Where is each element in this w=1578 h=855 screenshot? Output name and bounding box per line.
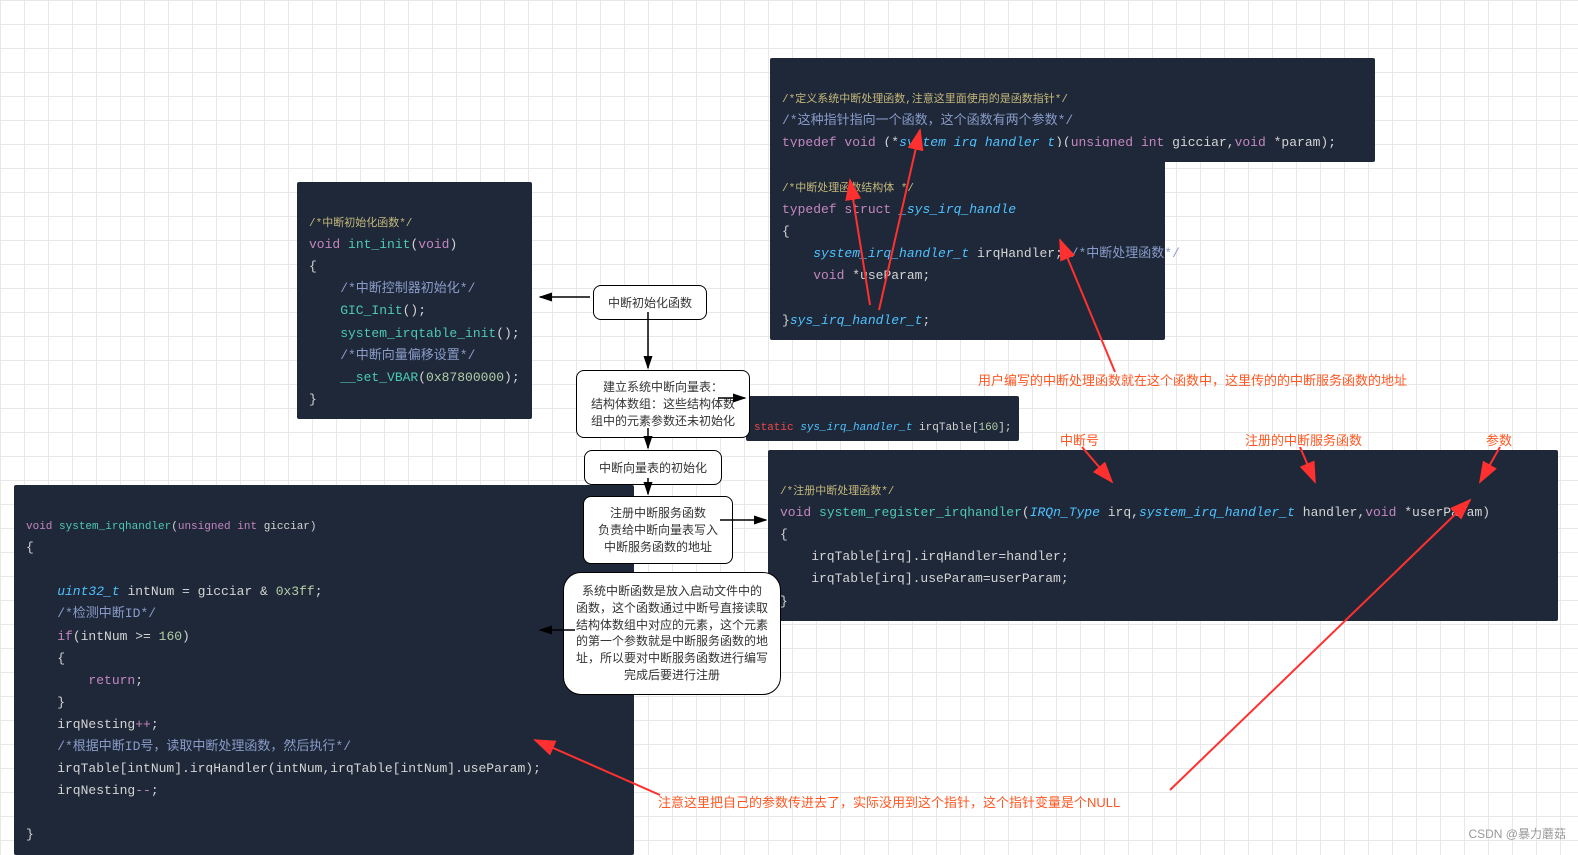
brace: { (26, 540, 34, 555)
paren: ) (449, 237, 457, 252)
comment: /*中断控制器初始化*/ (309, 281, 475, 296)
semi: ; (151, 717, 159, 732)
semi: ; (922, 313, 930, 328)
brace: } (780, 594, 788, 609)
code: *param); (1274, 135, 1336, 150)
code: irqTable[intNum].irqHandler(intNum,irqTa… (26, 761, 541, 776)
paren: ) (182, 629, 190, 644)
comment: /*定义系统中断处理函数,注意这里面使用的是函数指针*/ (782, 94, 1068, 106)
comment: /*根据中断ID号，读取中断处理函数，然后执行*/ (26, 739, 351, 754)
brace: { (309, 259, 317, 274)
type: system_irq_handler_t (1139, 505, 1295, 520)
paren: ( (1022, 505, 1030, 520)
anno-param: 参数 (1486, 430, 1512, 449)
var: irqNesting (26, 717, 135, 732)
var: *useParam; (852, 268, 930, 283)
type: IRQn_Type (1030, 505, 1100, 520)
var: irq, (1108, 505, 1139, 520)
kw: void (1365, 505, 1396, 520)
kw: void (418, 237, 449, 252)
codebox-struct: /*中断处理函数结构体 */ typedef struct _sys_irq_h… (770, 147, 1165, 340)
brace: } (26, 827, 34, 842)
flow-init-table: 中断向量表的初始化 (584, 450, 722, 485)
comment: /*检测中断ID*/ (26, 606, 156, 621)
semi: ; (315, 584, 323, 599)
var: irqHandler; (977, 246, 1063, 261)
fn: __set_VBAR (309, 370, 418, 385)
type: sys_irq_handler_t (800, 422, 912, 434)
brace: } (782, 313, 790, 328)
kw: void (780, 505, 811, 520)
code: ]; (998, 422, 1011, 434)
codebox-system-irqhandler: void system_irqhandler(unsigned int gicc… (14, 485, 634, 855)
num: 0x87800000 (426, 370, 504, 385)
brace: } (26, 695, 65, 710)
type: _sys_irq_handle (899, 202, 1016, 217)
paren: ( (171, 521, 178, 533)
kw: typedef (782, 202, 837, 217)
comment: /*注册中断处理函数*/ (780, 486, 894, 498)
code: intNum = gicciar & (127, 584, 267, 599)
comment: /*中断向量偏移设置*/ (309, 348, 475, 363)
comment: /*中断处理函数*/ (1071, 246, 1180, 261)
kw: void (26, 521, 52, 533)
code: (); (496, 326, 519, 341)
code: (intNum >= (73, 629, 151, 644)
flow-build-table: 建立系统中断向量表： 结构体数组：这些结构体数 组中的元素参数还未初始化 (576, 370, 750, 438)
fn: system_irqhandler (59, 521, 171, 533)
fn: system_register_irqhandler (819, 505, 1022, 520)
anno-null-ptr: 注意这里把自己的参数传进去了，实际没用到这个指针，这个指针变量是个NULL (658, 792, 1120, 811)
type: uint32_t (26, 584, 120, 599)
num: 160 (978, 422, 998, 434)
type: system_irq_handler_t (782, 246, 969, 261)
brace: { (26, 651, 65, 666)
flow-register: 注册中断服务函数 负责给中断向量表写入 中断服务函数的地址 (583, 496, 733, 564)
kw: struct (844, 202, 891, 217)
codebox-int-init: /*中断初始化函数*/ void int_init ( void) { /*中断控制… (297, 182, 532, 419)
op: -- (135, 783, 151, 798)
comment: /*这种指针指向一个函数，这个函数有两个参数*/ (782, 113, 1073, 128)
kw: void (782, 268, 844, 283)
kw: void (1235, 135, 1266, 150)
comment: /*中断初始化函数*/ (309, 218, 412, 230)
codebox-register-handler: /*注册中断处理函数*/ void system_register_irqhan… (768, 450, 1558, 621)
code: irqTable[irq].irqHandler=handler; (780, 549, 1069, 564)
num: 0x3ff (276, 584, 315, 599)
brace: { (780, 527, 788, 542)
anno-irqnum: 中断号 (1060, 430, 1099, 449)
kw: void (309, 237, 340, 252)
semi: ; (151, 783, 159, 798)
footer-credit: CSDN @暴力蘑菇 (1468, 825, 1566, 842)
var: gicciar) (264, 521, 317, 533)
kw: if (26, 629, 73, 644)
type: sys_irq_handler_t (790, 313, 923, 328)
kw: return (26, 673, 135, 688)
semi: ; (135, 673, 143, 688)
anno-user-handler: 用户编写的中断处理函数就在这个函数中，这里传的的中断服务函数的地址 (978, 370, 1407, 389)
kw: static (754, 422, 794, 434)
fn: int_init (348, 237, 410, 252)
flow-init: 中断初始化函数 (593, 285, 707, 320)
fn: system_irqtable_init (309, 326, 496, 341)
codebox-irqtable-array: static sys_irq_handler_t irqTable[160]; (746, 396, 1019, 441)
paren: ( (418, 370, 426, 385)
brace: { (782, 224, 790, 239)
code: irqTable[irq].useParam=userParam; (780, 571, 1069, 586)
kw: unsigned (178, 521, 231, 533)
flow-system-handler: 系统中断函数是放入启动文件中的 函数，这个函数通过中断号直接读取 结构体数组中对… (563, 572, 781, 695)
code: (); (403, 303, 426, 318)
comment: /*中断处理函数结构体 */ (782, 183, 914, 195)
fn: GIC_Init (309, 303, 403, 318)
code: ); (504, 370, 520, 385)
anno-reg-fn: 注册的中断服务函数 (1245, 430, 1362, 449)
var: *userParam) (1404, 505, 1490, 520)
op: ++ (135, 717, 151, 732)
var: handler, (1303, 505, 1365, 520)
brace: } (309, 392, 317, 407)
var: irqNesting (26, 783, 135, 798)
var: gicciar, (1172, 135, 1234, 150)
num: 160 (159, 629, 182, 644)
kw: int (237, 521, 257, 533)
var: irqTable[ (919, 422, 978, 434)
